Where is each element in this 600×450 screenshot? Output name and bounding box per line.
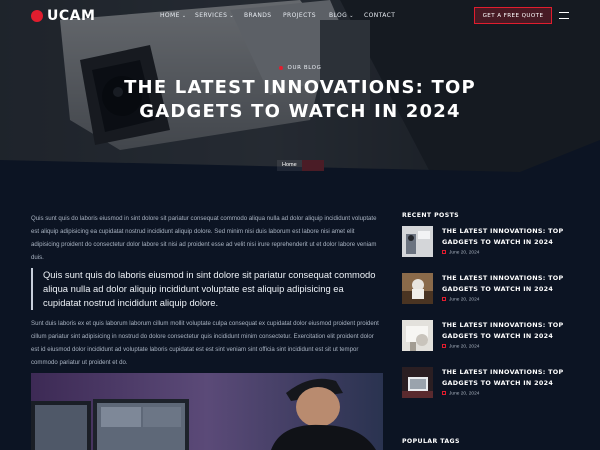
nav-item-label: BLOG bbox=[329, 12, 348, 19]
post-date-text: June 20, 2024 bbox=[449, 344, 480, 350]
chevron-down-icon: ⌄ bbox=[181, 13, 187, 19]
page-title: THE LATEST INNOVATIONS: TOP GADGETS TO W… bbox=[124, 77, 476, 122]
post-thumbnail[interactable] bbox=[402, 367, 433, 398]
nav-item-label: PROJECTS bbox=[283, 12, 316, 19]
logo-dot-icon bbox=[31, 10, 43, 22]
post-title-link[interactable]: THE LATEST INNOVATIONS: TOP GADGETS TO W… bbox=[442, 320, 572, 342]
recent-posts-heading: RECENT POSTS bbox=[402, 212, 460, 219]
post-date-text: June 20, 2024 bbox=[449, 391, 480, 397]
recent-post-item[interactable]: THE LATEST INNOVATIONS: TOP GADGETS TO W… bbox=[402, 367, 572, 399]
nav-item-brands[interactable]: BRANDS bbox=[244, 12, 271, 19]
post-date: June 20, 2024 bbox=[442, 391, 479, 397]
article-blockquote: Quis sunt quis do laboris eiusmod in sin… bbox=[31, 268, 383, 310]
post-title-link[interactable]: THE LATEST INNOVATIONS: TOP GADGETS TO W… bbox=[442, 226, 572, 248]
hero-kicker: OUR BLOG bbox=[0, 65, 600, 71]
calendar-icon bbox=[442, 344, 446, 348]
calendar-icon bbox=[442, 250, 446, 254]
post-date-text: June 20, 2024 bbox=[449, 297, 480, 303]
nav-item-home[interactable]: HOME ⌄ bbox=[160, 12, 186, 19]
breadcrumb-current bbox=[301, 160, 324, 171]
nav-item-label: SERVICES bbox=[195, 12, 228, 19]
nav-item-label: BRANDS bbox=[244, 12, 272, 19]
logo-text: UCAM bbox=[47, 8, 96, 24]
post-date-text: June 20, 2024 bbox=[449, 250, 480, 256]
hamburger-icon[interactable] bbox=[559, 12, 569, 19]
kicker-label: OUR BLOG bbox=[287, 65, 322, 71]
page: UCAM HOME ⌄ SERVICES ⌄ BRANDS PROJECTS BLO… bbox=[0, 0, 600, 450]
recent-post-item[interactable]: THE LATEST INNOVATIONS: TOP GADGETS TO W… bbox=[402, 273, 572, 305]
article-body: Sunt duis laboris ex et quis laborum lab… bbox=[31, 320, 379, 366]
nav-item-services[interactable]: SERVICES ⌄ bbox=[195, 12, 234, 19]
nav-item-contact[interactable]: CONTACT bbox=[364, 12, 395, 19]
calendar-icon bbox=[442, 391, 446, 395]
post-title-link[interactable]: THE LATEST INNOVATIONS: TOP GADGETS TO W… bbox=[442, 367, 572, 389]
post-thumbnail[interactable] bbox=[402, 226, 433, 257]
recent-post-item[interactable]: THE LATEST INNOVATIONS: TOP GADGETS TO W… bbox=[402, 320, 572, 352]
nav-item-blog[interactable]: BLOG ⌄ bbox=[329, 12, 354, 19]
post-title-link[interactable]: THE LATEST INNOVATIONS: TOP GADGETS TO W… bbox=[442, 273, 572, 295]
breadcrumb: Home bbox=[277, 160, 324, 171]
post-date: June 20, 2024 bbox=[442, 344, 479, 350]
chevron-down-icon: ⌄ bbox=[349, 13, 354, 19]
popular-tags-heading: POPULAR TAGS bbox=[402, 438, 460, 445]
breadcrumb-home-link[interactable]: Home bbox=[277, 160, 302, 171]
nav-item-label: HOME bbox=[160, 12, 180, 19]
article-image bbox=[31, 373, 383, 450]
recent-post-item[interactable]: THE LATEST INNOVATIONS: TOP GADGETS TO W… bbox=[402, 226, 572, 258]
top-nav: UCAM HOME ⌄ SERVICES ⌄ BRANDS PROJECTS BLO… bbox=[0, 0, 600, 32]
nav-item-label: CONTACT bbox=[364, 12, 396, 19]
calendar-icon bbox=[442, 297, 446, 301]
post-thumbnail[interactable] bbox=[402, 273, 433, 304]
dot-icon bbox=[278, 65, 283, 70]
chevron-down-icon: ⌄ bbox=[229, 13, 234, 19]
post-thumbnail[interactable] bbox=[402, 320, 433, 351]
post-date: June 20, 2024 bbox=[442, 297, 479, 303]
article-intro: Quis sunt quis do laboris eiusmod in sin… bbox=[31, 215, 377, 261]
get-quote-button[interactable]: GET A FREE QUOTE bbox=[474, 7, 552, 24]
post-date: June 20, 2024 bbox=[442, 250, 479, 256]
operator-monitors-image bbox=[31, 373, 383, 450]
nav-item-projects[interactable]: PROJECTS bbox=[283, 12, 316, 19]
logo[interactable]: UCAM bbox=[31, 8, 95, 24]
